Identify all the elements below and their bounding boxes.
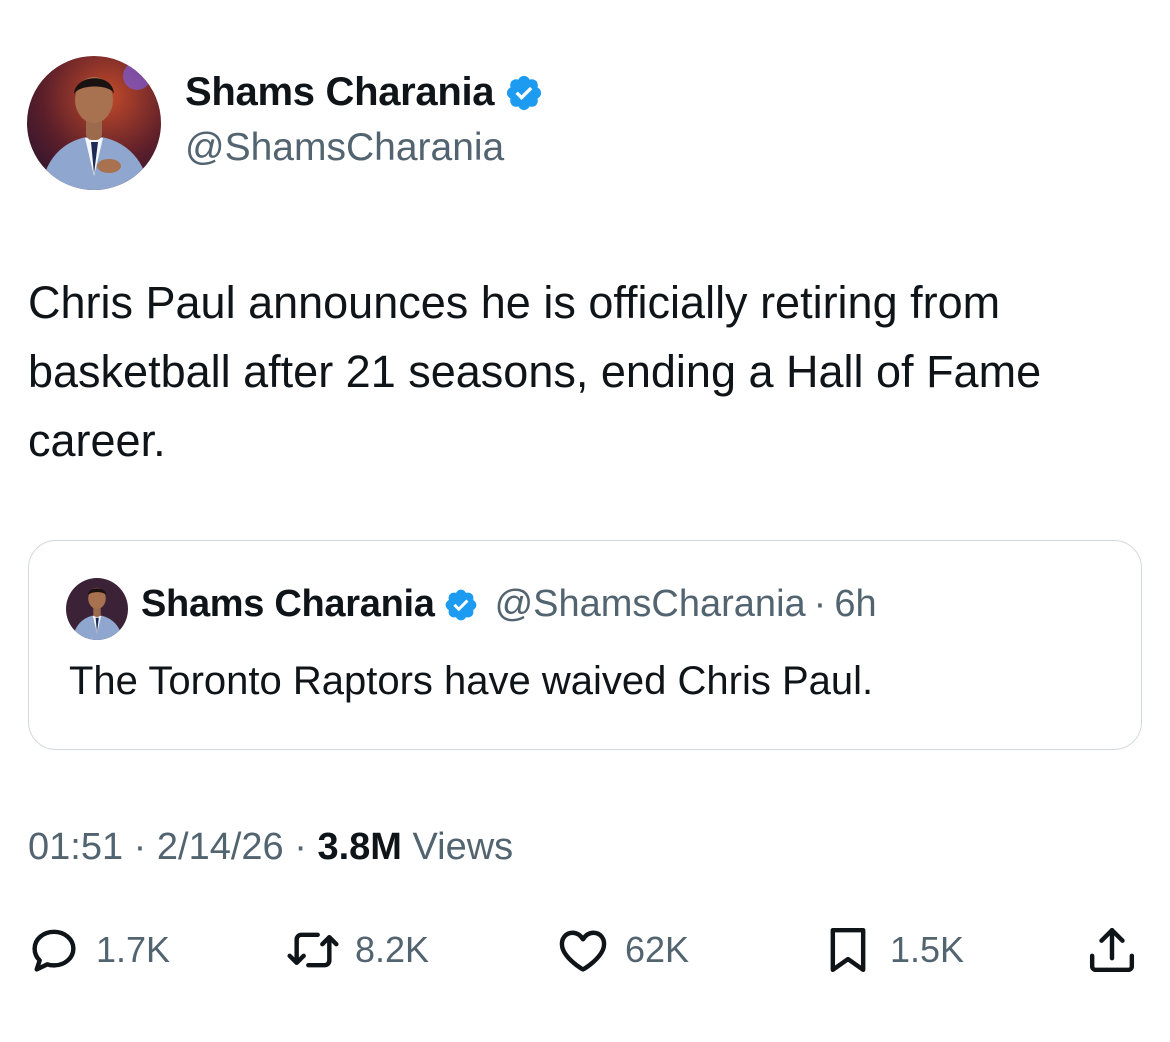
author-handle[interactable]: @ShamsCharania: [185, 126, 504, 170]
quoted-tweet-card[interactable]: Shams Charania @ShamsCharania · 6h The T…: [28, 540, 1142, 750]
reply-count: 1.7K: [96, 929, 171, 970]
views-label: Views: [412, 826, 514, 868]
like-count: 62K: [625, 929, 690, 970]
like-button[interactable]: 62K: [555, 915, 689, 985]
share-icon: [1089, 927, 1135, 973]
bookmark-icon: [830, 927, 866, 973]
reply-icon: [32, 929, 76, 972]
action-bar: 1.7K 8.2K 62K 1.5K: [0, 915, 1170, 985]
verified-badge-icon: [507, 75, 542, 110]
tweet-text: Chris Paul announces he is officially re…: [28, 277, 1042, 466]
quote-text: The Toronto Raptors have waived Chris Pa…: [69, 659, 874, 703]
quote-header: Shams Charania @ShamsCharania · 6h: [141, 583, 877, 626]
quote-avatar: [66, 578, 128, 640]
meta-separator: ·: [133, 826, 147, 868]
repost-icon: [287, 932, 339, 968]
reply-button[interactable]: 1.7K: [26, 915, 170, 985]
quote-time: 6h: [834, 583, 877, 625]
tweet-detail: Shams Charania @ShamsCharania Chris Paul…: [0, 0, 1170, 1042]
quote-handle: @ShamsCharania: [494, 583, 806, 625]
views-count: 3.8M: [317, 826, 402, 868]
tweet-date[interactable]: 2/14/26: [157, 826, 284, 868]
verified-badge-icon: [445, 589, 476, 620]
like-icon: [559, 930, 607, 972]
tweet-time[interactable]: 01:51: [28, 826, 123, 868]
bookmark-count: 1.5K: [890, 929, 965, 970]
repost-count: 8.2K: [355, 929, 430, 970]
quote-display-name: Shams Charania: [141, 583, 435, 625]
meta-separator: ·: [294, 826, 307, 868]
repost-button[interactable]: 8.2K: [285, 915, 429, 985]
tweet-meta: 01:51 · 2/14/26 · 3.8M Views: [28, 826, 513, 869]
author-name-row: Shams Charania: [185, 70, 544, 115]
quote-separator: ·: [813, 583, 827, 625]
avatar[interactable]: [27, 56, 161, 190]
bookmark-button[interactable]: 1.5K: [820, 915, 964, 985]
share-button[interactable]: [1084, 915, 1140, 985]
author-display-name[interactable]: Shams Charania: [185, 70, 495, 115]
